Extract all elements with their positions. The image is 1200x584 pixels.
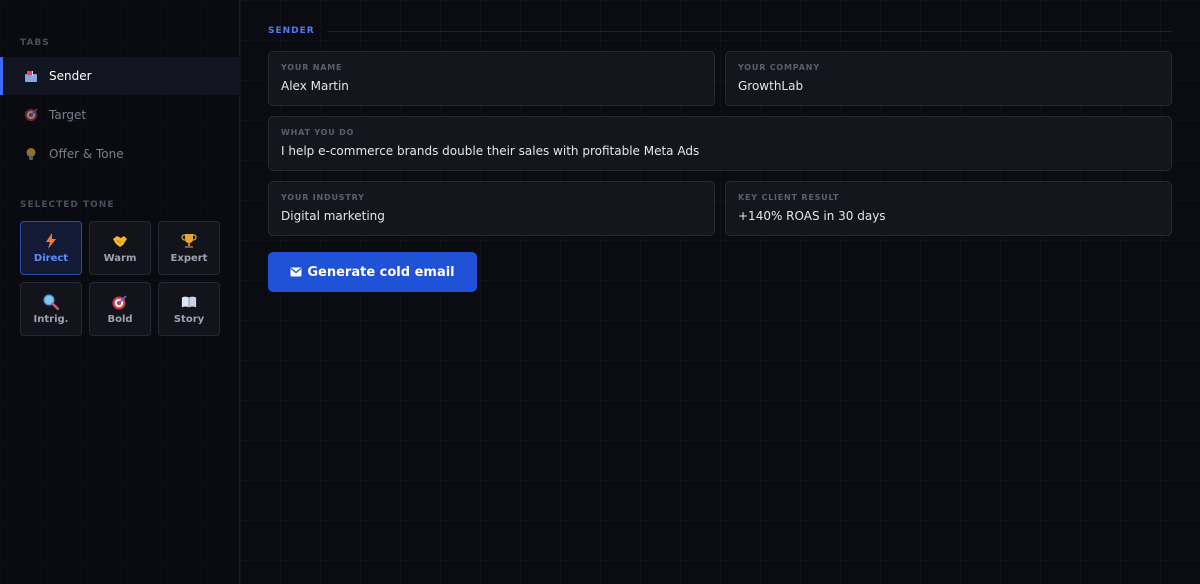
handshake-icon xyxy=(112,233,128,249)
tone-warm-label: Warm xyxy=(103,252,137,264)
tone-warm[interactable]: Warm xyxy=(89,221,151,275)
company-field-value[interactable]: GrowthLab xyxy=(738,79,1159,93)
generate-email-button[interactable]: Generate cold email xyxy=(268,252,477,292)
key-result-value[interactable]: +140% ROAS in 30 days xyxy=(738,209,1159,223)
tab-target-label: Target xyxy=(49,108,87,122)
section-divider xyxy=(326,30,1172,32)
tone-bold[interactable]: Bold xyxy=(89,282,151,336)
tab-offer-tone[interactable]: Offer & Tone xyxy=(0,135,240,173)
key-result-label: KEY CLIENT RESULT xyxy=(738,193,840,202)
name-field-value[interactable]: Alex Martin xyxy=(281,79,702,93)
generate-email-label: Generate cold email xyxy=(307,264,455,280)
trophy-icon xyxy=(181,233,197,249)
company-field[interactable]: YOUR COMPANY GrowthLab xyxy=(725,51,1172,106)
what-you-do-value[interactable]: I help e-commerce brands double their sa… xyxy=(281,144,1159,158)
tab-offer-tone-label: Offer & Tone xyxy=(49,147,124,161)
tone-grid: Direct Warm Expert Intrig. Bold Story xyxy=(20,221,220,336)
industry-field-value[interactable]: Digital marketing xyxy=(281,209,702,223)
industry-field[interactable]: YOUR INDUSTRY Digital marketing xyxy=(268,181,715,236)
industry-field-label: YOUR INDUSTRY xyxy=(281,193,365,202)
name-field-label: YOUR NAME xyxy=(281,63,343,72)
tone-expert-label: Expert xyxy=(170,252,208,264)
target-icon xyxy=(112,294,128,310)
book-icon xyxy=(181,294,197,310)
tone-expert[interactable]: Expert xyxy=(158,221,220,275)
key-result-field[interactable]: KEY CLIENT RESULT +140% ROAS in 30 days xyxy=(725,181,1172,236)
tone-story[interactable]: Story xyxy=(158,282,220,336)
lightning-icon xyxy=(43,232,59,249)
tone-story-label: Story xyxy=(173,313,205,325)
tab-sender[interactable]: Sender xyxy=(0,57,240,95)
tabs-label: TABS xyxy=(20,38,50,48)
mailbox-icon xyxy=(24,69,38,83)
tab-target[interactable]: Target xyxy=(0,96,240,134)
what-you-do-field[interactable]: WHAT YOU DO I help e-commerce brands dou… xyxy=(268,116,1172,171)
what-you-do-label: WHAT YOU DO xyxy=(281,128,355,137)
main-panel: SENDER YOUR NAME Alex Martin YOUR COMPAN… xyxy=(268,0,1172,584)
envelope-icon xyxy=(290,267,302,277)
selected-tone-label: SELECTED TONE xyxy=(20,200,115,210)
section-header: SENDER xyxy=(268,25,1172,37)
name-field[interactable]: YOUR NAME Alex Martin xyxy=(268,51,715,106)
tab-sender-label: Sender xyxy=(49,69,92,83)
company-field-label: YOUR COMPANY xyxy=(738,63,820,72)
tone-intrig-label: Intrig. xyxy=(33,313,69,325)
tone-bold-label: Bold xyxy=(107,313,133,325)
tone-intrig[interactable]: Intrig. xyxy=(20,282,82,336)
target-icon xyxy=(24,108,38,122)
sidebar: TABS Sender Target Offer & Tone SELECTED… xyxy=(0,0,240,584)
tone-direct-label: Direct xyxy=(33,252,69,264)
lightbulb-icon xyxy=(24,147,38,161)
tone-direct[interactable]: Direct xyxy=(20,221,82,275)
section-title: SENDER xyxy=(268,26,315,36)
magnifier-icon xyxy=(43,293,59,310)
